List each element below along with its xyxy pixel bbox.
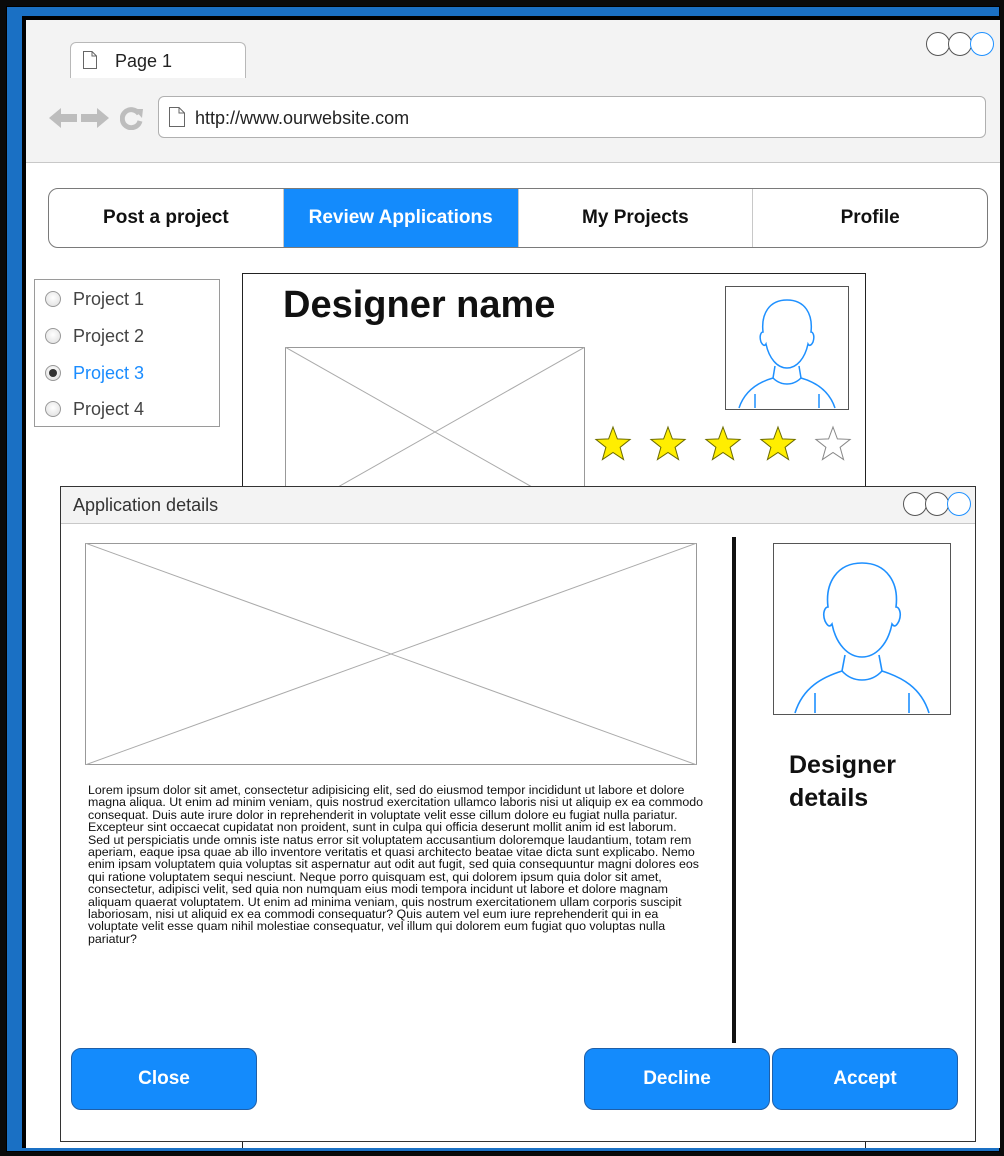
- tab-title: Page 1: [115, 51, 173, 71]
- browser-tab[interactable]: Page 1: [70, 42, 246, 78]
- window-close-circle-icon[interactable]: [970, 32, 994, 56]
- refresh-icon[interactable]: [120, 106, 144, 130]
- window-maximize-circle-icon[interactable]: [948, 32, 972, 56]
- url-text: http://www.ourwebsite.com: [195, 108, 410, 128]
- star-filled-icon[interactable]: [594, 425, 632, 461]
- accept-button[interactable]: Accept: [772, 1048, 958, 1110]
- project-radio-3[interactable]: Project 3: [45, 358, 144, 388]
- main-nav: Post a project Review Applications My Pr…: [48, 188, 988, 248]
- nav-post-project[interactable]: Post a project: [49, 189, 284, 247]
- dialog-maximize-circle-icon[interactable]: [925, 492, 949, 516]
- radio-button-icon[interactable]: [45, 291, 61, 307]
- application-text: Lorem ipsum dolor sit amet, consectetur …: [88, 784, 706, 945]
- application-details-dialog: Application details Lorem ipsum dolor si…: [60, 486, 976, 1142]
- navigation-buttons: [48, 106, 158, 132]
- dialog-close-circle-icon[interactable]: [947, 492, 971, 516]
- image-placeholder: [85, 543, 697, 765]
- paragraph: Lorem ipsum dolor sit amet, consectetur …: [88, 783, 704, 835]
- back-arrow-icon[interactable]: [48, 106, 78, 130]
- project-radio-4[interactable]: Project 4: [45, 394, 144, 424]
- window-controls: [926, 32, 994, 60]
- star-filled-icon[interactable]: [759, 425, 797, 461]
- browser-window: Page 1 http://www.ourwebsite.com Post a …: [26, 20, 1000, 1148]
- nav-my-projects[interactable]: My Projects: [519, 189, 754, 247]
- project-label: Project 1: [73, 288, 145, 309]
- designer-details-label: Designer details: [789, 751, 896, 812]
- dialog-window-controls: [903, 492, 971, 521]
- url-input[interactable]: http://www.ourwebsite.com: [158, 96, 986, 138]
- project-list: Project 1 Project 2 Project 3 Project 4: [34, 279, 220, 427]
- avatar-icon: [773, 543, 951, 715]
- address-bar: http://www.ourwebsite.com: [26, 78, 1000, 163]
- radio-button-icon[interactable]: [45, 401, 61, 417]
- tab-strip: Page 1: [26, 20, 1000, 79]
- vertical-divider: [732, 537, 736, 1043]
- nav-profile[interactable]: Profile: [753, 189, 987, 247]
- document-icon: [169, 107, 185, 127]
- project-radio-1[interactable]: Project 1: [45, 284, 144, 314]
- forward-arrow-icon[interactable]: [80, 106, 110, 130]
- project-radio-2[interactable]: Project 2: [45, 321, 144, 351]
- paragraph: Sed ut perspiciatis unde omnis iste natu…: [88, 832, 699, 946]
- star-rating[interactable]: [593, 424, 853, 464]
- close-button[interactable]: Close: [71, 1048, 257, 1110]
- decline-button[interactable]: Decline: [584, 1048, 770, 1110]
- star-filled-icon[interactable]: [649, 425, 687, 461]
- dialog-minimize-circle-icon[interactable]: [903, 492, 927, 516]
- star-empty-icon[interactable]: [814, 425, 852, 461]
- avatar-icon: [725, 286, 849, 410]
- radio-button-icon[interactable]: [45, 328, 61, 344]
- radio-button-selected-icon[interactable]: [45, 365, 61, 381]
- dialog-title: Application details: [73, 495, 219, 515]
- project-label: Project 4: [73, 398, 145, 419]
- project-label: Project 2: [73, 325, 145, 346]
- dialog-titlebar: Application details: [61, 487, 975, 524]
- project-label: Project 3: [73, 362, 145, 383]
- document-icon: [83, 51, 97, 69]
- nav-review-applications[interactable]: Review Applications: [283, 189, 519, 247]
- designer-name: Designer name: [283, 284, 556, 326]
- star-filled-icon[interactable]: [704, 425, 742, 461]
- window-minimize-circle-icon[interactable]: [926, 32, 950, 56]
